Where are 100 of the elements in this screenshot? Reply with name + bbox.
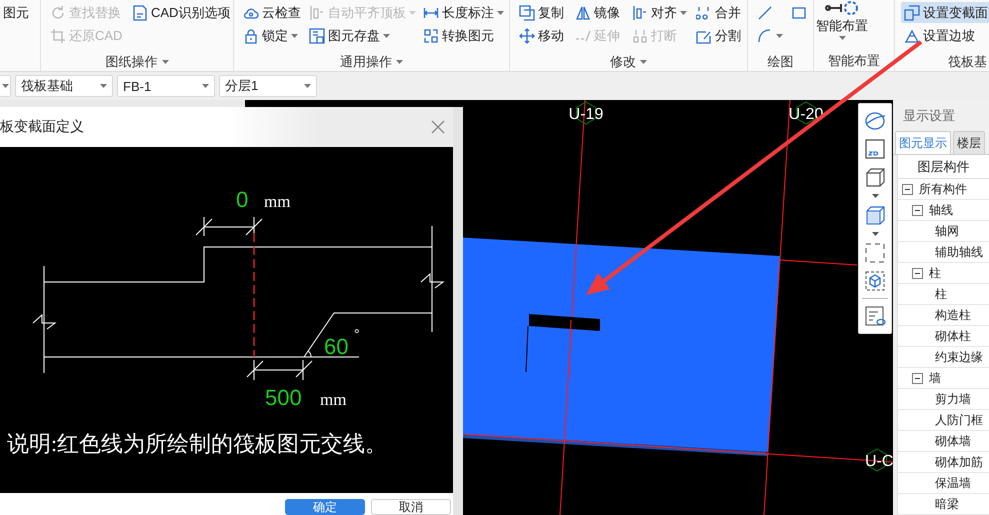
- ribbon-button[interactable]: 智能布置: [814, 0, 870, 50]
- caret-icon: [640, 60, 647, 64]
- group-label: 智能布置: [828, 52, 880, 70]
- tree-item[interactable]: 人防门框: [935, 412, 983, 428]
- cancel-button[interactable]: 取消: [371, 499, 451, 515]
- refresh-icon: [50, 4, 66, 20]
- mirror-icon: [575, 4, 591, 20]
- tree-item[interactable]: 约束边缘: [935, 348, 983, 366]
- line-icon: [757, 4, 773, 20]
- orbit-icon[interactable]: [864, 110, 886, 132]
- caret-icon: [383, 34, 390, 38]
- list-eye-icon[interactable]: [864, 305, 886, 327]
- collapse-icon[interactable]: [912, 372, 923, 384]
- tree-item[interactable]: 轴网: [935, 222, 959, 240]
- ribbon-button[interactable]: 移动: [516, 25, 567, 46]
- ribbon-button[interactable]: 对齐: [629, 2, 690, 23]
- width-value[interactable]: 500: [265, 385, 302, 410]
- arc-icon: [757, 28, 773, 44]
- dialog-title: 板变截面定义: [0, 118, 84, 136]
- confirm-button[interactable]: 确定: [285, 499, 365, 515]
- ribbon-button[interactable]: CAD识别选项: [129, 2, 234, 23]
- tree-item[interactable]: 所有构件: [919, 180, 967, 198]
- tree-item[interactable]: 柱: [929, 264, 941, 282]
- caret-icon: [872, 232, 878, 236]
- caret-icon: [304, 84, 311, 88]
- ribbon-button[interactable]: 图元存盘: [306, 25, 393, 46]
- dropdown[interactable]: 分层1: [219, 75, 317, 97]
- tree-item[interactable]: 剪力墙: [935, 390, 971, 408]
- tree-item[interactable]: 柱: [935, 286, 947, 302]
- ribbon-button[interactable]: 合并: [693, 2, 744, 23]
- caret-icon: [776, 34, 783, 38]
- tree-item[interactable]: 暗梁: [935, 496, 959, 512]
- close-icon[interactable]: [431, 120, 445, 134]
- tree-item[interactable]: 砌体墙: [935, 432, 971, 450]
- caret-icon: [409, 10, 416, 14]
- group-label: 筏板基: [948, 53, 987, 71]
- tree-item[interactable]: 砌体柱: [935, 328, 971, 344]
- caret-icon: [396, 60, 403, 64]
- caret-icon: [202, 84, 209, 88]
- dropdown[interactable]: FB-1: [117, 75, 215, 97]
- ribbon-button[interactable]: 转换图元: [420, 25, 497, 46]
- angle-value[interactable]: 60: [324, 334, 348, 359]
- align-icon: [632, 4, 648, 20]
- tree-item[interactable]: 构造柱: [935, 306, 971, 324]
- tree-item[interactable]: 墙: [929, 370, 941, 386]
- collapse-icon[interactable]: [912, 268, 923, 278]
- ribbon-button[interactable]: 镜像: [572, 2, 623, 23]
- ribbon-button[interactable]: 锁定: [240, 25, 301, 46]
- dropdown[interactable]: [0, 75, 11, 97]
- break-icon: [632, 28, 648, 44]
- dashed-cube-icon[interactable]: [864, 270, 886, 292]
- caret-icon: [872, 194, 878, 198]
- ribbon-button[interactable]: 设置边坡: [901, 25, 978, 46]
- unit-label: °: [354, 326, 360, 342]
- caret-icon: [291, 34, 298, 38]
- caret-icon: [2, 84, 8, 88]
- group-label: 图纸操作: [106, 53, 158, 71]
- ribbon-button[interactable]: 复制: [516, 2, 567, 23]
- 2d-view-icon[interactable]: [864, 138, 886, 160]
- tree-item[interactable]: 轴线: [929, 202, 953, 218]
- section-icon: [904, 4, 920, 20]
- tree-item[interactable]: 砌体加筋: [935, 454, 983, 470]
- caret-icon: [100, 84, 107, 88]
- document-icon: [132, 4, 148, 20]
- ribbon-button[interactable]: 图元: [0, 2, 32, 23]
- dashed-square-icon[interactable]: [864, 242, 886, 264]
- collapse-icon[interactable]: [912, 204, 923, 216]
- tab[interactable]: 楼层: [953, 131, 985, 154]
- tab[interactable]: 图元显示: [895, 131, 951, 154]
- convert-icon: [423, 28, 439, 44]
- group-label: 修改: [610, 53, 636, 71]
- ribbon-button[interactable]: 分割: [693, 25, 744, 46]
- ribbon-button[interactable]: 长度标注: [420, 2, 507, 23]
- group-label: 绘图: [768, 53, 794, 71]
- tree-item[interactable]: 辅助轴线: [935, 244, 983, 260]
- cube-icon[interactable]: [864, 166, 886, 188]
- tree-item[interactable]: 保温墙: [935, 474, 971, 492]
- collapse-icon[interactable]: [902, 184, 913, 194]
- unit-label: mm: [264, 192, 290, 211]
- caret-icon: [838, 36, 846, 40]
- save-icon: [309, 28, 325, 44]
- shaded-cube-icon[interactable]: [864, 204, 886, 226]
- panel-title: 显示设置: [902, 106, 956, 124]
- move-icon: [519, 28, 535, 44]
- unit-label: mm: [320, 390, 346, 409]
- slope-icon: [904, 28, 920, 44]
- caret-icon: [162, 60, 168, 64]
- node-target-icon: [825, 0, 859, 16]
- rectangle-icon: [791, 4, 807, 20]
- crop-icon: [50, 28, 66, 44]
- group-label: 通用操作: [340, 53, 392, 71]
- caret-icon: [497, 10, 504, 14]
- ribbon-button[interactable]: 设置变截面: [901, 2, 989, 23]
- lock-icon: [243, 28, 259, 44]
- ribbon-button[interactable]: 云检查: [240, 2, 304, 23]
- copy-icon: [519, 4, 535, 20]
- column-header: 图层构件: [898, 155, 989, 179]
- dropdown[interactable]: 筏板基础: [15, 75, 113, 97]
- caret-icon: [680, 10, 687, 14]
- align-icon: [309, 4, 325, 20]
